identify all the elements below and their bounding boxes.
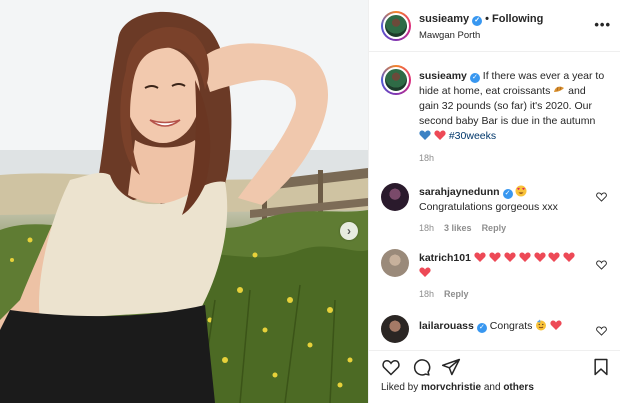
reply-link[interactable]: Reply	[482, 223, 507, 233]
red-heart-icon	[489, 252, 501, 262]
red-heart-icon	[550, 320, 562, 330]
author-avatar[interactable]	[381, 11, 411, 41]
post-action-bar	[369, 350, 620, 376]
like-comment-heart-icon[interactable]	[596, 260, 607, 270]
like-comment-heart-icon[interactable]	[596, 326, 607, 336]
liked-by-joiner: and	[483, 382, 501, 393]
caption-timestamp[interactable]: 18h	[419, 153, 434, 163]
comment-username[interactable]: sarahjaynedunn	[419, 186, 500, 198]
verified-badge-icon: ✓	[469, 73, 480, 83]
red-heart-icon	[419, 267, 431, 277]
commenter-avatar[interactable]	[381, 183, 409, 211]
post-side-panel: susieamy ✓ • Following Mawgan Porth ••• sus…	[368, 0, 620, 403]
red-heart-icon	[474, 252, 486, 262]
carousel-next-button[interactable]: ›	[340, 222, 358, 240]
post-photo[interactable]: ›	[0, 0, 368, 403]
commenter-avatar[interactable]	[381, 249, 409, 277]
red-heart-icon	[548, 252, 561, 262]
share-icon[interactable]	[441, 357, 461, 377]
photo-illustration	[0, 0, 368, 403]
liked-by-line: Liked by morvchristie and others	[381, 382, 534, 393]
commenter-avatar[interactable]	[381, 315, 409, 343]
carousel-next-icon: ›	[347, 224, 351, 238]
red-heart-icon	[519, 252, 531, 262]
comments-list[interactable]: susieamy ✓ If there was ever a year to hi…	[369, 53, 620, 343]
croissant-icon	[554, 86, 565, 92]
author-row: susieamy ✓ • Following	[419, 13, 543, 26]
red-heart-icon	[533, 252, 546, 262]
comment-username[interactable]: lailarouass	[419, 320, 474, 332]
caption-avatar[interactable]	[381, 65, 411, 95]
comment-meta: 18h Reply	[419, 289, 479, 299]
author-username[interactable]: susieamy	[419, 13, 469, 25]
party-face-emoji-icon	[536, 319, 547, 331]
comment-body: sarahjaynedunn ✓ Congratulations gorgeous…	[419, 185, 605, 215]
heart-eyes-emoji-icon	[515, 185, 527, 197]
comment-username[interactable]: katrich101	[419, 252, 471, 264]
verified-badge-icon: ✓	[502, 189, 513, 199]
verified-badge-icon: ✓	[476, 323, 487, 333]
separator-dot: •	[485, 13, 490, 25]
more-options-icon[interactable]: •••	[594, 17, 611, 32]
like-comment-heart-icon[interactable]	[596, 192, 607, 202]
comment-text: Congratulations gorgeous xxx	[419, 201, 558, 213]
comment-body: lailarouass ✓ Congrats	[419, 319, 605, 334]
comment-body: katrich101	[419, 251, 605, 281]
comment-timestamp[interactable]: 18h	[419, 223, 434, 233]
red-heart-icon	[563, 252, 576, 262]
comment-timestamp[interactable]: 18h	[419, 289, 434, 299]
hashtag-link[interactable]: #30weeks	[449, 130, 496, 142]
post-header: susieamy ✓ • Following Mawgan Porth •••	[369, 0, 620, 52]
caption-body: susieamy ✓ If there was ever a year to hi…	[419, 69, 605, 144]
verified-badge-icon: ✓	[472, 16, 483, 26]
comment-meta: 18h 3 likes Reply	[419, 223, 516, 233]
liked-by-others[interactable]: others	[503, 382, 534, 393]
bookmark-icon[interactable]	[591, 357, 611, 377]
red-heart-icon	[504, 252, 516, 262]
reply-link[interactable]: Reply	[444, 289, 469, 299]
liked-by-user[interactable]: morvchristie	[421, 382, 481, 393]
comment-likes-count[interactable]: 3 likes	[444, 223, 472, 233]
instagram-post: › susieamy ✓ • Following Mawgan Porth ••• s…	[0, 0, 620, 403]
liked-by-prefix: Liked by	[381, 382, 419, 393]
caption-username[interactable]: susieamy	[419, 70, 467, 82]
post-location[interactable]: Mawgan Porth	[419, 30, 480, 41]
comment-text: Congrats	[489, 320, 533, 332]
blue-heart-icon	[419, 130, 431, 140]
comment-icon[interactable]	[411, 357, 431, 377]
heart-icon[interactable]	[381, 357, 401, 377]
caption-meta: 18h	[419, 153, 444, 163]
red-heart-icon	[434, 130, 446, 140]
following-button[interactable]: Following	[492, 13, 543, 25]
